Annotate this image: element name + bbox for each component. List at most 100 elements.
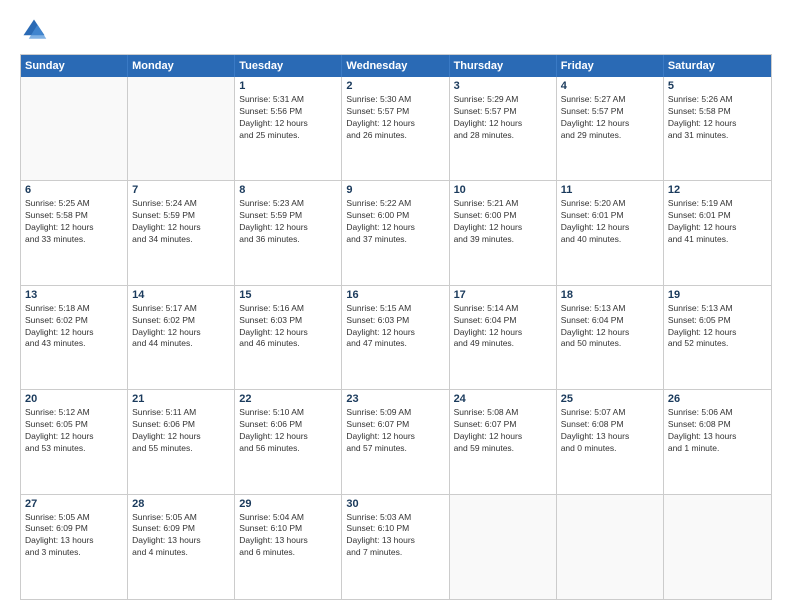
day-number: 21 xyxy=(132,393,230,405)
day-number: 9 xyxy=(346,184,444,196)
calendar-header: SundayMondayTuesdayWednesdayThursdayFrid… xyxy=(21,55,771,77)
day-cell-30: 30Sunrise: 5:03 AMSunset: 6:10 PMDayligh… xyxy=(342,495,449,599)
cell-info-line: Sunset: 6:06 PM xyxy=(239,419,337,431)
cell-info-line: Sunrise: 5:29 AM xyxy=(454,94,552,106)
cell-info-line: Daylight: 12 hours xyxy=(561,222,659,234)
calendar: SundayMondayTuesdayWednesdayThursdayFrid… xyxy=(20,54,772,600)
cell-info-line: Sunset: 5:58 PM xyxy=(668,106,767,118)
cell-info-line: Daylight: 12 hours xyxy=(25,431,123,443)
day-number: 23 xyxy=(346,393,444,405)
cell-info-line: and 56 minutes. xyxy=(239,443,337,455)
day-cell-16: 16Sunrise: 5:15 AMSunset: 6:03 PMDayligh… xyxy=(342,286,449,389)
cell-info-line: Daylight: 12 hours xyxy=(239,118,337,130)
day-cell-25: 25Sunrise: 5:07 AMSunset: 6:08 PMDayligh… xyxy=(557,390,664,493)
cell-info-line: Sunset: 5:57 PM xyxy=(454,106,552,118)
day-number: 3 xyxy=(454,80,552,92)
cell-info-line: Sunrise: 5:20 AM xyxy=(561,198,659,210)
cell-info-line: Sunset: 6:07 PM xyxy=(454,419,552,431)
day-cell-24: 24Sunrise: 5:08 AMSunset: 6:07 PMDayligh… xyxy=(450,390,557,493)
day-cell-22: 22 Sunrise: 5:10 AMSunset: 6:06 PMDayligh… xyxy=(235,390,342,493)
cell-info-line: Daylight: 13 hours xyxy=(132,535,230,547)
cell-info-line: Daylight: 12 hours xyxy=(346,222,444,234)
day-number: 2 xyxy=(346,80,444,92)
cell-info-line: Sunset: 6:04 PM xyxy=(561,315,659,327)
header-day-wednesday: Wednesday xyxy=(342,55,449,77)
cell-info-line: Sunset: 6:04 PM xyxy=(454,315,552,327)
day-number: 7 xyxy=(132,184,230,196)
cell-info-line: and 25 minutes. xyxy=(239,130,337,142)
header-day-saturday: Saturday xyxy=(664,55,771,77)
empty-cell xyxy=(664,495,771,599)
cell-info-line: and 7 minutes. xyxy=(346,547,444,559)
week-1: 1Sunrise: 5:31 AMSunset: 5:56 PMDaylight… xyxy=(21,77,771,181)
cell-info-line: Sunset: 6:06 PM xyxy=(132,419,230,431)
cell-info-line: Sunset: 6:02 PM xyxy=(132,315,230,327)
day-number: 17 xyxy=(454,289,552,301)
logo xyxy=(20,16,52,44)
day-number: 14 xyxy=(132,289,230,301)
cell-info-line: Daylight: 12 hours xyxy=(25,222,123,234)
cell-info-line: Daylight: 12 hours xyxy=(454,327,552,339)
cell-info-line: Sunrise: 5:07 AM xyxy=(561,407,659,419)
cell-info-line: Sunset: 6:05 PM xyxy=(668,315,767,327)
day-cell-21: 21Sunrise: 5:11 AMSunset: 6:06 PMDayligh… xyxy=(128,390,235,493)
cell-info-line: Sunrise: 5:30 AM xyxy=(346,94,444,106)
cell-info-line: Daylight: 12 hours xyxy=(668,118,767,130)
day-number: 20 xyxy=(25,393,123,405)
cell-info-line: Sunset: 6:08 PM xyxy=(561,419,659,431)
cell-info-line: Sunset: 6:00 PM xyxy=(454,210,552,222)
cell-info-line: Daylight: 12 hours xyxy=(239,222,337,234)
cell-info-line: Daylight: 13 hours xyxy=(239,535,337,547)
cell-info-line: Sunrise: 5:27 AM xyxy=(561,94,659,106)
week-3: 13Sunrise: 5:18 AMSunset: 6:02 PMDayligh… xyxy=(21,286,771,390)
day-cell-20: 20Sunrise: 5:12 AMSunset: 6:05 PMDayligh… xyxy=(21,390,128,493)
cell-info-line: Sunset: 6:09 PM xyxy=(132,523,230,535)
cell-info-line: Sunrise: 5:25 AM xyxy=(25,198,123,210)
cell-info-line: and 43 minutes. xyxy=(25,338,123,350)
cell-info-line: Sunrise: 5:06 AM xyxy=(668,407,767,419)
cell-info-line: Sunset: 5:56 PM xyxy=(239,106,337,118)
cell-info-line: Sunset: 6:07 PM xyxy=(346,419,444,431)
cell-info-line: and 47 minutes. xyxy=(346,338,444,350)
cell-info-line: Daylight: 12 hours xyxy=(454,222,552,234)
cell-info-line: Sunset: 6:03 PM xyxy=(239,315,337,327)
day-number: 25 xyxy=(561,393,659,405)
cell-info-line: and 55 minutes. xyxy=(132,443,230,455)
cell-info-line: and 31 minutes. xyxy=(668,130,767,142)
header-day-thursday: Thursday xyxy=(450,55,557,77)
cell-info-line: Daylight: 12 hours xyxy=(25,327,123,339)
day-cell-4: 4Sunrise: 5:27 AMSunset: 5:57 PMDaylight… xyxy=(557,77,664,180)
day-number: 15 xyxy=(239,289,337,301)
day-cell-27: 27Sunrise: 5:05 AMSunset: 6:09 PMDayligh… xyxy=(21,495,128,599)
cell-info-line: Sunrise: 5:24 AM xyxy=(132,198,230,210)
logo-icon xyxy=(20,16,48,44)
day-number: 29 xyxy=(239,498,337,510)
cell-info-line: Daylight: 13 hours xyxy=(25,535,123,547)
cell-info-line: Sunrise: 5:10 AM xyxy=(239,407,337,419)
cell-info-line: and 57 minutes. xyxy=(346,443,444,455)
cell-info-line: Sunset: 6:10 PM xyxy=(239,523,337,535)
cell-info-line: Daylight: 13 hours xyxy=(346,535,444,547)
cell-info-line: and 59 minutes. xyxy=(454,443,552,455)
day-cell-13: 13Sunrise: 5:18 AMSunset: 6:02 PMDayligh… xyxy=(21,286,128,389)
empty-cell xyxy=(450,495,557,599)
day-number: 22 xyxy=(239,393,337,405)
day-cell-5: 5Sunrise: 5:26 AMSunset: 5:58 PMDaylight… xyxy=(664,77,771,180)
cell-info-line: Sunrise: 5:04 AM xyxy=(239,512,337,524)
day-number: 24 xyxy=(454,393,552,405)
cell-info-line: Sunrise: 5:03 AM xyxy=(346,512,444,524)
day-number: 5 xyxy=(668,80,767,92)
day-cell-8: 8Sunrise: 5:23 AMSunset: 5:59 PMDaylight… xyxy=(235,181,342,284)
day-number: 28 xyxy=(132,498,230,510)
day-cell-19: 19Sunrise: 5:13 AMSunset: 6:05 PMDayligh… xyxy=(664,286,771,389)
empty-cell xyxy=(21,77,128,180)
cell-info-line: Sunrise: 5:05 AM xyxy=(25,512,123,524)
cell-info-line: Sunset: 5:59 PM xyxy=(239,210,337,222)
cell-info-line: Daylight: 12 hours xyxy=(239,431,337,443)
day-number: 27 xyxy=(25,498,123,510)
day-cell-17: 17Sunrise: 5:14 AMSunset: 6:04 PMDayligh… xyxy=(450,286,557,389)
page: SundayMondayTuesdayWednesdayThursdayFrid… xyxy=(0,0,792,612)
cell-info-line: and 36 minutes. xyxy=(239,234,337,246)
cell-info-line: Sunset: 6:08 PM xyxy=(668,419,767,431)
cell-info-line: and 28 minutes. xyxy=(454,130,552,142)
